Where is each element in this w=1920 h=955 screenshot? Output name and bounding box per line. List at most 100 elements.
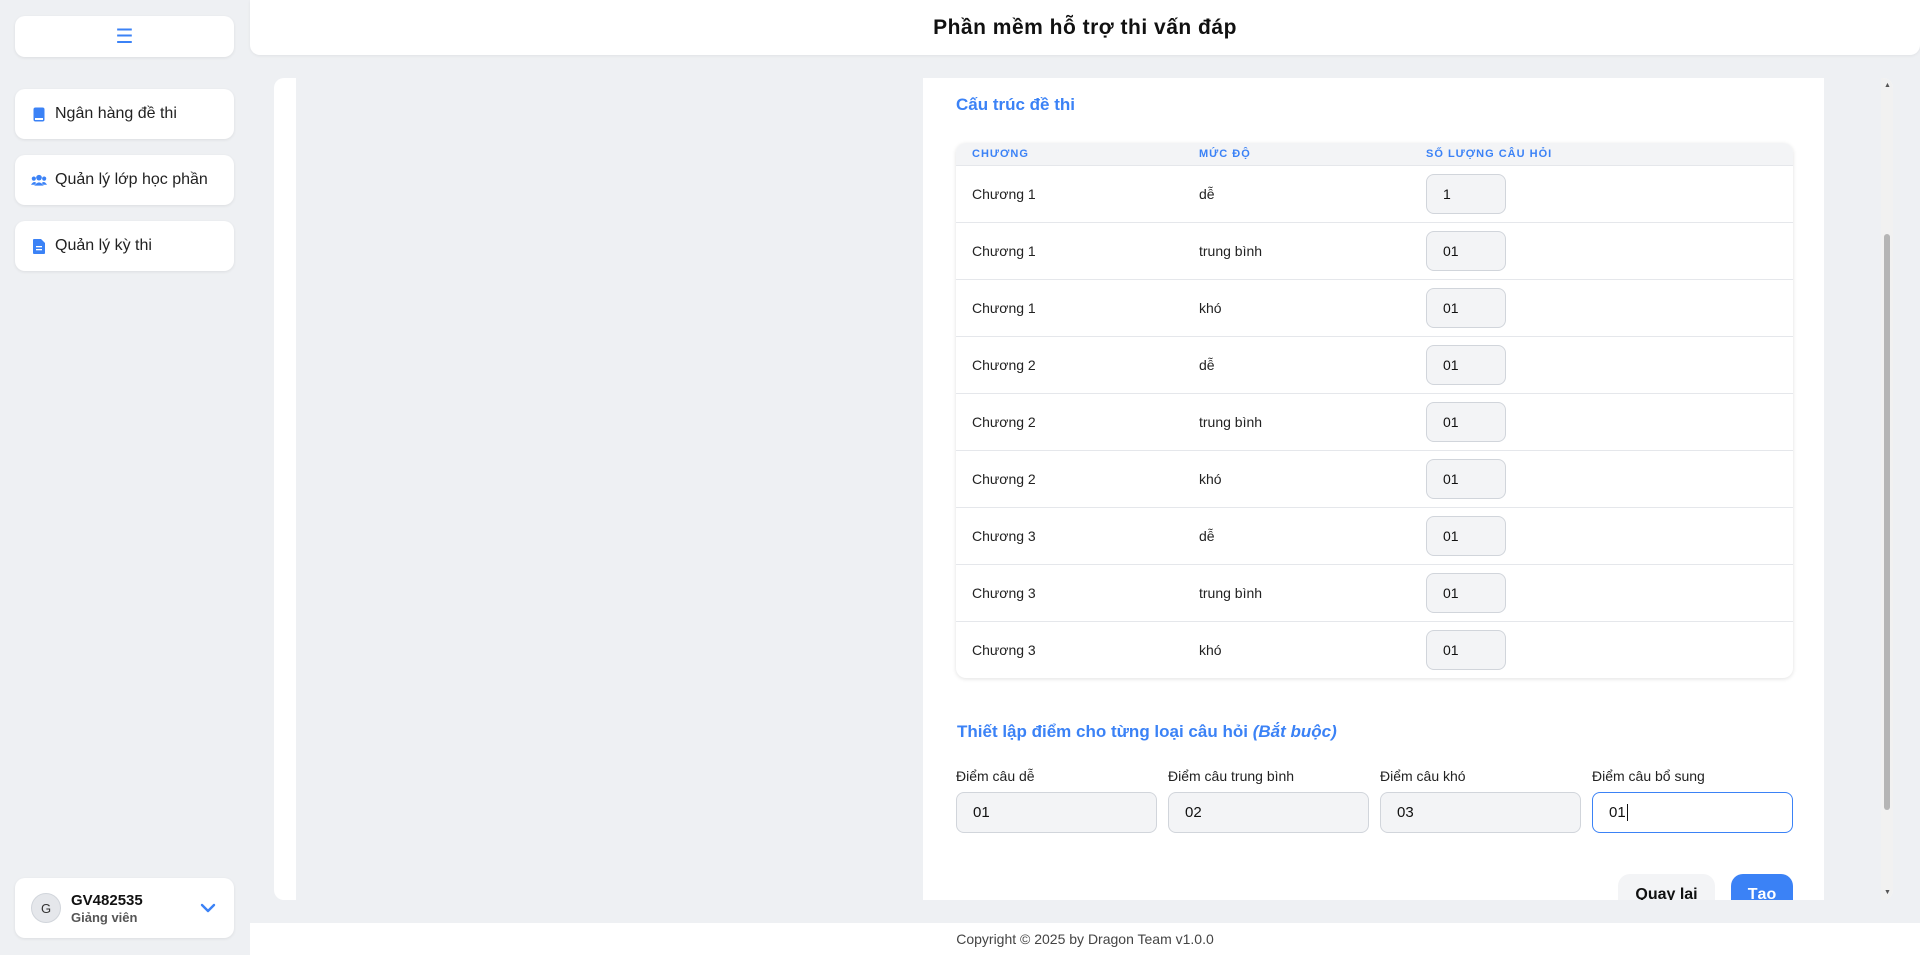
input-value: 01 bbox=[1443, 471, 1459, 487]
table-row: Chương 3 dễ 01 bbox=[956, 507, 1793, 564]
score-medium-field: Điểm câu trung bình 02 bbox=[1168, 768, 1369, 833]
table-row: Chương 2 trung bình 01 bbox=[956, 393, 1793, 450]
score-hard-input[interactable]: 03 bbox=[1380, 792, 1581, 833]
cell-count: 01 bbox=[1410, 402, 1793, 442]
cell-level: dễ bbox=[1199, 357, 1215, 373]
score-medium-input[interactable]: 02 bbox=[1168, 792, 1369, 833]
cell-chapter: Chương 1 bbox=[972, 300, 1036, 316]
scores-title-text: Thiết lập điểm cho từng loại câu hỏi bbox=[957, 722, 1248, 741]
cell-chapter: Chương 2 bbox=[972, 414, 1036, 430]
cell-level: khó bbox=[1199, 300, 1222, 316]
document-icon bbox=[31, 238, 47, 254]
input-value: 01 bbox=[1609, 804, 1626, 821]
footer: Copyright © 2025 by Dragon Team v1.0.0 bbox=[250, 923, 1920, 955]
user-role: Giảng viên bbox=[71, 909, 138, 925]
cell-count: 01 bbox=[1410, 573, 1793, 613]
question-count-input[interactable]: 01 bbox=[1426, 402, 1506, 442]
question-count-input[interactable]: 01 bbox=[1426, 231, 1506, 271]
input-value: 01 bbox=[1443, 414, 1459, 430]
question-count-input[interactable]: 01 bbox=[1426, 288, 1506, 328]
sidebar-item-label: Quản lý kỳ thi bbox=[55, 237, 152, 254]
scroll-up-icon[interactable]: ▲ bbox=[1884, 82, 1891, 89]
cell-chapter: Chương 2 bbox=[972, 357, 1036, 373]
structure-table: CHƯƠNG MỨC ĐỘ SỐ LƯỢNG CÂU HỎI Chương 1 d… bbox=[956, 143, 1793, 678]
question-count-input[interactable]: 01 bbox=[1426, 345, 1506, 385]
cell-chapter: Chương 2 bbox=[972, 471, 1036, 487]
input-value: 01 bbox=[1443, 300, 1459, 316]
sidebar-item-class-management[interactable]: Quản lý lớp học phần bbox=[15, 155, 234, 205]
scores-title: Thiết lập điểm cho từng loại câu hỏi (Bắ… bbox=[957, 722, 1337, 742]
score-bonus-input[interactable]: 01 bbox=[1592, 792, 1793, 833]
input-value: 02 bbox=[1185, 804, 1202, 821]
main-panel: Cấu trúc đề thi CHƯƠNG MỨC ĐỘ SỐ LƯỢNG C… bbox=[274, 78, 1893, 900]
column-header-count: SỐ LƯỢNG CÂU HỎI bbox=[1426, 148, 1553, 160]
input-value: 01 bbox=[1443, 243, 1459, 259]
cell-count: 01 bbox=[1410, 231, 1793, 271]
question-count-input[interactable]: 01 bbox=[1426, 573, 1506, 613]
cell-level: dễ bbox=[1199, 528, 1215, 544]
cell-chapter: Chương 3 bbox=[972, 528, 1036, 544]
scroll-down-icon[interactable]: ▼ bbox=[1884, 889, 1891, 896]
avatar: G bbox=[31, 893, 61, 923]
sidebar: ☰ Ngân hàng đề thi Quản lý lớp học phần … bbox=[0, 0, 248, 955]
question-count-input[interactable]: 01 bbox=[1426, 459, 1506, 499]
question-count-input[interactable]: 1 bbox=[1426, 174, 1506, 214]
user-profile-card[interactable]: G GV482535 Giảng viên bbox=[15, 878, 234, 938]
sidebar-item-question-bank[interactable]: Ngân hàng đề thi bbox=[15, 89, 234, 139]
table-row: Chương 3 trung bình 01 bbox=[956, 564, 1793, 621]
cell-count: 01 bbox=[1410, 288, 1793, 328]
cell-count: 01 bbox=[1410, 345, 1793, 385]
input-value: 01 bbox=[1443, 642, 1459, 658]
question-count-input[interactable]: 01 bbox=[1426, 516, 1506, 556]
input-value: 01 bbox=[1443, 585, 1459, 601]
input-value: 03 bbox=[1397, 804, 1414, 821]
create-button[interactable]: Tạo bbox=[1731, 874, 1793, 900]
structure-title: Cấu trúc đề thi bbox=[956, 95, 1076, 114]
cell-level: khó bbox=[1199, 642, 1222, 658]
sidebar-item-exam-management[interactable]: Quản lý kỳ thi bbox=[15, 221, 234, 271]
input-value: 01 bbox=[973, 804, 990, 821]
hamburger-icon[interactable]: ☰ bbox=[116, 27, 134, 47]
column-header-level: MỨC ĐỘ bbox=[1199, 148, 1251, 160]
scores-title-note: (Bắt buộc) bbox=[1252, 722, 1337, 741]
input-value: 1 bbox=[1443, 186, 1451, 202]
book-icon bbox=[31, 106, 47, 122]
menu-toggle-button[interactable]: ☰ bbox=[15, 16, 234, 57]
score-label: Điểm câu dễ bbox=[956, 768, 1035, 784]
text-caret bbox=[1626, 804, 1628, 821]
exam-form-card: Cấu trúc đề thi CHƯƠNG MỨC ĐỘ SỐ LƯỢNG C… bbox=[923, 78, 1824, 900]
column-header-chapter: CHƯƠNG bbox=[972, 148, 1029, 160]
cell-count: 1 bbox=[1410, 174, 1793, 214]
table-row: Chương 2 dễ 01 bbox=[956, 336, 1793, 393]
table-row: Chương 1 dễ 1 bbox=[956, 165, 1793, 222]
cell-level: trung bình bbox=[1199, 585, 1263, 601]
cell-chapter: Chương 3 bbox=[972, 585, 1036, 601]
score-label: Điểm câu khó bbox=[1380, 768, 1466, 784]
back-button[interactable]: Quay lại bbox=[1618, 874, 1715, 900]
table-header: CHƯƠNG MỨC ĐỘ SỐ LƯỢNG CÂU HỎI bbox=[956, 143, 1793, 165]
cell-level: khó bbox=[1199, 471, 1222, 487]
score-label: Điểm câu trung bình bbox=[1168, 768, 1295, 784]
score-label: Điểm câu bổ sung bbox=[1592, 768, 1705, 784]
cell-level: trung bình bbox=[1199, 243, 1263, 259]
table-row: Chương 1 khó 01 bbox=[956, 279, 1793, 336]
input-value: 01 bbox=[1443, 357, 1459, 373]
table-row: Chương 2 khó 01 bbox=[956, 450, 1793, 507]
cell-level: dễ bbox=[1199, 186, 1215, 202]
score-easy-input[interactable]: 01 bbox=[956, 792, 1157, 833]
scrollbar[interactable]: ▲ ▼ bbox=[1881, 78, 1893, 900]
question-count-input[interactable]: 01 bbox=[1426, 630, 1506, 670]
sidebar-item-label: Quản lý lớp học phần bbox=[55, 171, 208, 188]
input-value: 01 bbox=[1443, 528, 1459, 544]
cell-count: 01 bbox=[1410, 459, 1793, 499]
sidebar-item-label: Ngân hàng đề thi bbox=[55, 105, 177, 122]
user-info: GV482535 Giảng viên bbox=[71, 892, 198, 925]
cell-count: 01 bbox=[1410, 630, 1793, 670]
cell-chapter: Chương 1 bbox=[972, 186, 1036, 202]
users-icon bbox=[31, 172, 47, 188]
score-hard-field: Điểm câu khó 03 bbox=[1380, 768, 1581, 833]
table-row: Chương 3 khó 01 bbox=[956, 621, 1793, 678]
chevron-down-icon[interactable] bbox=[198, 898, 218, 918]
user-name: GV482535 bbox=[71, 891, 143, 909]
scroll-thumb[interactable] bbox=[1884, 234, 1890, 810]
